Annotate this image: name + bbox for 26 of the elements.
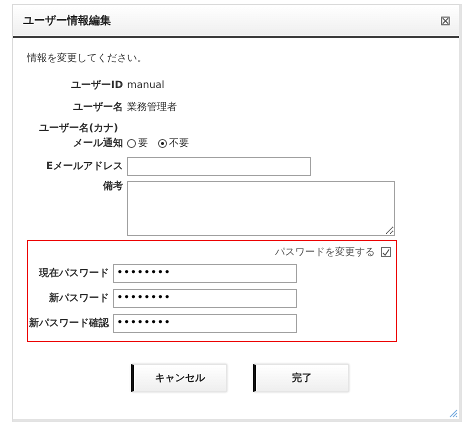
- field-label: 新パスワード: [48, 291, 109, 305]
- resize-grip-icon[interactable]: [449, 409, 458, 418]
- dialog-button[interactable]: 完了: [253, 364, 349, 392]
- field-label: 新パスワード確認: [28, 316, 109, 330]
- field-label: ユーザー名: [72, 100, 123, 114]
- field-label: ユーザー名(カナ): [39, 122, 118, 135]
- notes-text-area[interactable]: [127, 181, 395, 236]
- field-value: 業務管理者: [127, 100, 177, 114]
- field-label: ユーザーID: [70, 78, 123, 92]
- field-label: Eメールアドレス: [45, 160, 123, 173]
- password-input-field[interactable]: ••••••••: [113, 288, 297, 308]
- checkbox-label: パスワードを変更する: [275, 246, 375, 259]
- password-input-field[interactable]: ••••••••: [113, 314, 297, 332]
- change-password-checkbox[interactable]: [381, 247, 391, 257]
- email-input-field[interactable]: [127, 156, 311, 176]
- radio-option[interactable]: 要: [127, 136, 148, 150]
- field-label: 現在パスワード: [38, 266, 109, 280]
- password-input-field[interactable]: ••••••••: [113, 264, 297, 282]
- dialog-button[interactable]: キャンセル: [131, 364, 227, 392]
- field-label: 備考: [102, 180, 123, 193]
- radio-option[interactable]: 不要: [158, 136, 189, 150]
- instruction-text: 情報を変更してください。: [27, 52, 148, 65]
- dialog-title: ユーザー情報編集: [23, 13, 111, 28]
- field-value: manual: [127, 80, 164, 90]
- field-label: メール通知: [72, 136, 123, 150]
- close-button[interactable]: ⊠: [440, 14, 451, 27]
